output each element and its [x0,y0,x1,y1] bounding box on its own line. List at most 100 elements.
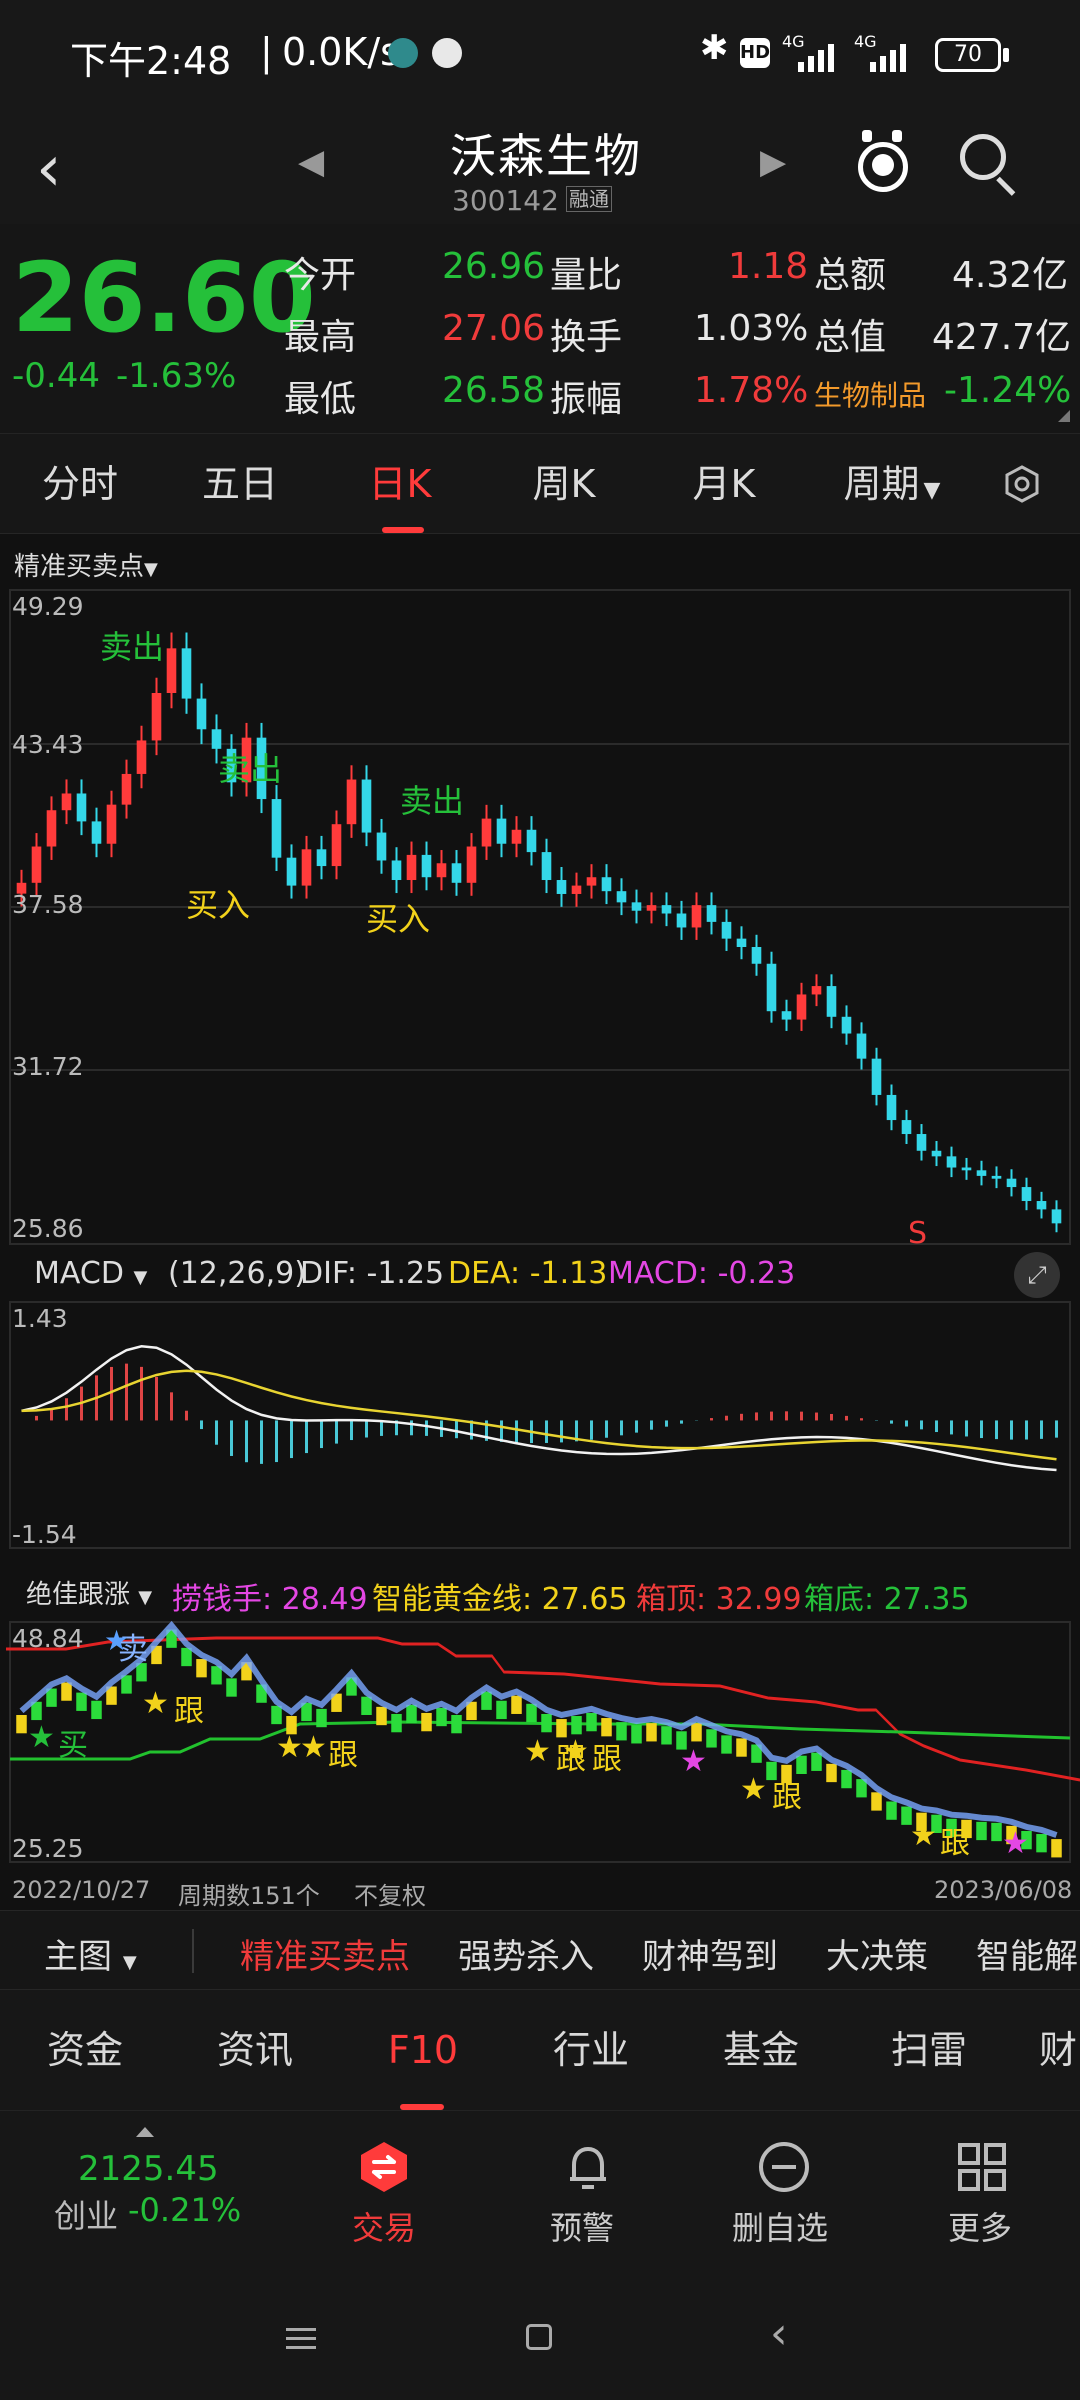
candle-body [871,1058,882,1095]
bell-icon[interactable] [560,2139,616,2195]
trade-icon[interactable] [356,2139,412,2195]
candle-body [976,1170,987,1176]
candle-body [1021,1187,1032,1202]
chevron-down-icon: ▼ [122,1952,137,1973]
tab-capital[interactable]: 资金 [30,1990,140,2110]
caret-up-icon[interactable] [136,2127,154,2137]
fullscreen-icon[interactable]: ⤢ [1014,1252,1060,1298]
indicator-bar [991,1822,1002,1842]
more-label[interactable]: 更多 [948,2203,1012,2249]
candle-body [916,1134,927,1151]
tab-fund[interactable]: 基金 [706,1990,816,2110]
trade-label[interactable]: 交易 [352,2203,416,2249]
yellow-star-icon: ★ [300,1730,327,1765]
sell-signal-label: 卖出 [400,782,465,820]
quote-panel: 26.60 -0.44 -1.63% 今开 26.96 量比 1.18 总额 4… [0,224,1080,434]
tab-daily-k[interactable]: 日K [340,434,460,534]
index-value[interactable]: 2125.45 [78,2149,219,2189]
next-stock-icon[interactable]: ▶ [760,142,786,182]
app-status-icon-2 [432,38,462,68]
bottom-info-tabs: 资金 资讯 F10 行业 基金 扫雷 财 [0,1990,1080,2110]
expand-corner-icon[interactable] [1058,410,1070,422]
yellow-star-icon: ★ [142,1686,169,1721]
status-separator: | [260,30,273,74]
strategy-item-5[interactable]: 智能解 [976,1929,1080,1978]
index-change: -0.21% [128,2191,242,2229]
bottom-dock: 2125.45 创业 -0.21% 交易 预警 删自选 更多 [0,2110,1080,2290]
strategy-divider [192,1929,194,1973]
tab-period[interactable]: 周期 ▼ [822,434,962,534]
price-change: -0.44 [12,356,100,396]
follow-label: 跟 [174,1694,204,1729]
tab-f10[interactable]: F10 [368,1990,478,2110]
candle-body [691,905,702,928]
strategy-item-4[interactable]: 大决策 [826,1929,928,1978]
main-chart-menu[interactable]: 主图 ▼ [44,1929,137,1978]
candle-body [361,779,372,833]
indicator-bar [511,1695,522,1714]
candle-body [661,905,672,914]
candle-body [841,1016,852,1034]
strategy-item-3[interactable]: 财神驾到 [642,1929,778,1978]
adjust-type: 不复权 [354,1882,426,1910]
tab-news[interactable]: 资讯 [200,1990,310,2110]
macd-dif-line [21,1345,1057,1472]
indicator-bar [271,1705,282,1725]
current-price: 26.60 [12,242,316,354]
period-count: 周期数151个 [178,1882,320,1910]
macd-top-tick: 1.43 [12,1304,68,1333]
home-icon[interactable] [526,2324,552,2350]
tab-industry[interactable]: 行业 [536,1990,646,2110]
candle-body [811,986,822,995]
strategy-item-2[interactable]: 强势杀入 [458,1929,594,1978]
tab-monthly-k[interactable]: 月K [664,434,784,534]
indicator-bar [691,1723,702,1742]
candle-body [931,1150,942,1157]
mascot-icon[interactable] [854,130,910,196]
candle-body [631,902,642,911]
candle-body [901,1120,912,1135]
tab-five-day[interactable]: 五日 [180,434,300,534]
candle-body [1006,1178,1017,1188]
recent-apps-icon[interactable] [286,2324,316,2354]
back-nav-icon[interactable]: ‹ [770,2308,788,2359]
tab-time[interactable]: 分时 [20,434,140,534]
turnover-value: 1.03% [694,308,809,349]
prev-stock-icon[interactable]: ◀ [298,142,324,182]
tab-finance[interactable]: 财 [1036,1990,1080,2110]
candle-body [736,938,747,948]
strategy-bar: 主图 ▼ 精准买卖点 强势杀入 财神驾到 大决策 智能解 [0,1910,1080,1990]
tab-weekly-k[interactable]: 周K [504,434,624,534]
indicator-bar [736,1738,747,1757]
yellow-star-icon: ★ [524,1734,551,1769]
low-value: 26.58 [442,370,546,411]
indicator-bar [541,1713,552,1733]
alert-label[interactable]: 预警 [550,2203,614,2249]
yellow-star-icon: ★ [276,1730,303,1765]
chevron-down-icon: ▼ [138,1587,153,1608]
more-grid-icon[interactable] [954,2139,1010,2195]
macd-chart-frame [9,1301,1071,1549]
indicator-bar [1036,1834,1047,1853]
signal-label-2: 4G [854,32,877,51]
candle-body [436,863,447,878]
industry-label[interactable]: 生物制品 [814,374,926,414]
indicator-selector[interactable]: 绝佳跟涨 ▼ [26,1574,152,1611]
tab-risk-scan[interactable]: 扫雷 [874,1990,984,2110]
remove-watchlist-icon[interactable] [756,2139,812,2195]
indicator-bar [526,1703,537,1723]
candle-body [856,1033,867,1059]
candle-body [556,880,567,894]
remove-watchlist-label[interactable]: 删自选 [732,2203,828,2249]
candle-body [91,821,102,844]
macd-selector[interactable]: MACD ▼ [34,1256,147,1291]
candle-body [766,963,777,1012]
price-change-pct: -1.63% [116,356,237,396]
back-icon[interactable]: ‹ [36,132,62,206]
settings-icon[interactable] [1002,464,1042,504]
strategy-item-1[interactable]: 精准买卖点 [240,1929,410,1978]
search-icon[interactable] [958,132,1020,196]
high-label: 最高 [284,317,357,358]
macd-name: MACD [34,1256,124,1291]
indicator-l2: 智能黄金线: 27.65 [372,1582,628,1617]
